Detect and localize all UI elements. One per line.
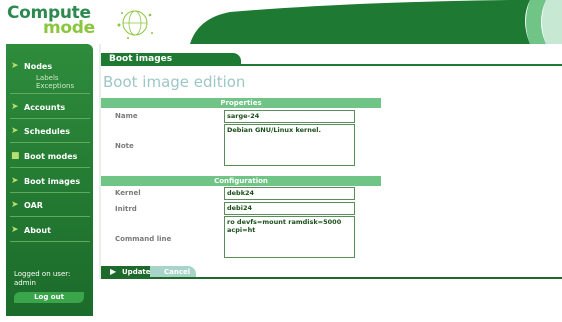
sidebar-item-about[interactable]: ➤ About [6,224,93,240]
arrow-icon: ➤ [11,102,19,112]
sidebar-subitem-labels[interactable]: Labels [36,74,59,82]
arrow-icon: ■ [11,151,20,161]
logo: Compute mode [7,5,95,38]
sidebar-item-accounts[interactable]: ➤ Accounts [6,101,93,117]
arrow-icon: ➤ [11,61,19,71]
sidebar: ➤ Nodes Labels Exceptions ➤ Accounts ➤ S… [6,44,93,316]
initrd-field[interactable]: debi24 [224,202,355,215]
arrow-icon: ➤ [11,176,19,186]
note-label: Note [115,142,134,150]
logged-on-label: Logged on user: [14,270,71,278]
sidebar-item-label: OAR [24,201,43,210]
sidebar-item-label: Boot images [24,177,81,186]
configuration-header: Configuration [101,176,381,186]
divider [10,192,90,193]
properties-header: Properties [101,98,381,108]
sidebar-subitem-exceptions[interactable]: Exceptions [36,82,74,90]
logo-line2: mode [43,18,95,38]
play-icon: ▶ [110,267,117,276]
page-title: Boot image edition [103,73,246,91]
sidebar-item-label: Nodes [24,62,53,71]
buttons-underline [101,277,562,279]
divider [10,241,90,242]
content-divider [99,44,101,279]
update-label: Update [122,268,151,276]
cancel-label: Cancel [164,268,191,276]
logged-user: admin [14,279,36,287]
sidebar-item-boot-modes[interactable]: ■ Boot modes [6,150,93,166]
kernel-field[interactable]: debk24 [224,187,355,200]
initrd-label: Initrd [115,205,137,213]
name-label: Name [115,112,138,120]
command-line-label: Command line [115,235,172,243]
header-banner [150,0,562,44]
divider [10,142,90,143]
sidebar-item-label: Schedules [24,127,70,136]
note-field[interactable]: Debian GNU/Linux kernel. [224,124,355,166]
divider [10,216,90,217]
logout-button[interactable]: Log out [14,292,84,303]
sidebar-item-oar[interactable]: ➤ OAR [6,199,93,215]
arrow-icon: ➤ [11,200,19,210]
header: Compute mode [0,0,562,44]
kernel-label: Kernel [115,189,141,197]
sidebar-item-boot-images[interactable]: ➤ Boot images [6,175,93,191]
sidebar-item-label: Boot modes [24,152,78,161]
arrow-icon: ➤ [11,126,19,136]
sidebar-item-label: Accounts [24,103,66,112]
sidebar-item-label: About [24,226,51,235]
name-field[interactable]: sarge-24 [224,110,355,123]
section-underline [101,64,562,66]
divider [10,118,90,119]
sidebar-item-schedules[interactable]: ➤ Schedules [6,125,93,141]
divider [10,167,90,168]
divider [10,93,90,94]
arrow-icon: ➤ [11,225,19,235]
command-line-field[interactable]: ro devfs=mount ramdisk=5000 acpi=ht [224,216,355,258]
